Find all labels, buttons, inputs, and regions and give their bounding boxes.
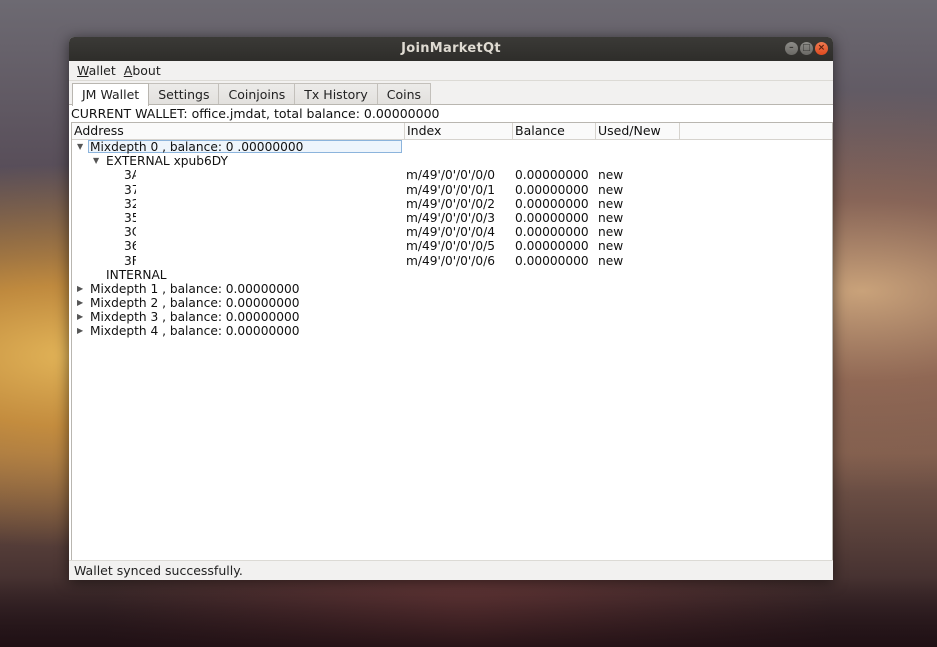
mixdepth-0-label: Mixdepth 0 , balance: 0 .00000000: [90, 140, 304, 154]
mixdepth-3-row[interactable]: ▶ Mixdepth 3 , balance: 0.00000000: [72, 310, 832, 324]
chevron-right-icon[interactable]: ▶: [77, 310, 83, 324]
address-status: new: [598, 168, 624, 183]
menu-about[interactable]: About: [120, 63, 165, 78]
address-value: 32: [124, 196, 136, 211]
address-index: m/49'/0'/0'/0/3: [406, 210, 495, 225]
column-address[interactable]: Address: [72, 123, 405, 139]
mixdepth-1-label: Mixdepth 1 , balance: 0.00000000: [90, 281, 300, 296]
address-status: new: [598, 210, 624, 225]
chevron-right-icon[interactable]: ▶: [77, 282, 83, 296]
chevron-down-icon[interactable]: ▼: [93, 154, 99, 168]
address-balance: 0.00000000: [515, 239, 589, 254]
address-value: 36: [124, 239, 136, 254]
column-index[interactable]: Index: [405, 123, 513, 139]
mixdepth-3-label: Mixdepth 3 , balance: 0.00000000: [90, 310, 300, 325]
title-bar: JoinMarketQt – □ ×: [69, 37, 833, 61]
address-balance: 0.00000000: [515, 182, 589, 197]
address-status: new: [598, 182, 624, 197]
joinmarket-window: JoinMarketQt – □ × Wallet About JM Walle…: [69, 37, 833, 580]
address-row[interactable]: 37 m/49'/0'/0'/0/1 0.00000000 new: [72, 183, 832, 197]
tab-coinjoins[interactable]: Coinjoins: [218, 83, 296, 105]
address-index: m/49'/0'/0'/0/5: [406, 239, 495, 254]
address-balance: 0.00000000: [515, 225, 589, 240]
mixdepth-2-row[interactable]: ▶ Mixdepth 2 , balance: 0.00000000: [72, 296, 832, 310]
wallet-panel: CURRENT WALLET: office.jmdat, total bala…: [69, 104, 833, 562]
menu-bar: Wallet About: [69, 61, 833, 81]
address-status: new: [598, 239, 624, 254]
column-balance[interactable]: Balance: [513, 123, 596, 139]
address-balance: 0.00000000: [515, 253, 589, 268]
minimize-icon[interactable]: –: [785, 42, 798, 55]
address-value: 35: [124, 210, 136, 225]
window-title: JoinMarketQt: [401, 41, 501, 56]
mixdepth-2-label: Mixdepth 2 , balance: 0.00000000: [90, 296, 300, 311]
tab-jm-wallet[interactable]: JM Wallet: [72, 83, 150, 106]
tab-bar: JM Wallet Settings Coinjoins Tx History …: [69, 81, 833, 106]
address-index: m/49'/0'/0'/0/6: [406, 253, 495, 268]
address-value: 3C: [124, 225, 136, 240]
tab-coins[interactable]: Coins: [376, 83, 432, 105]
chevron-right-icon[interactable]: ▶: [77, 296, 83, 310]
address-row[interactable]: 36 m/49'/0'/0'/0/5 0.00000000 new: [72, 239, 832, 253]
address-index: m/49'/0'/0'/0/2: [406, 196, 495, 211]
address-balance: 0.00000000: [515, 168, 589, 183]
tab-settings[interactable]: Settings: [148, 83, 220, 105]
address-value: 37: [124, 182, 136, 197]
address-row[interactable]: 32 m/49'/0'/0'/0/2 0.00000000 new: [72, 197, 832, 211]
wallet-tree[interactable]: Address Index Balance Used/New ▼ Mixdept…: [71, 122, 833, 562]
mixdepth-0-row[interactable]: ▼ Mixdepth 0 , balance: 0 .00000000: [72, 140, 832, 154]
address-status: new: [598, 225, 624, 240]
address-balance: 0.00000000: [515, 210, 589, 225]
address-row[interactable]: 3F m/49'/0'/0'/0/6 0.00000000 new: [72, 254, 832, 268]
chevron-down-icon[interactable]: ▼: [77, 140, 83, 154]
mixdepth-4-row[interactable]: ▶ Mixdepth 4 , balance: 0.00000000: [72, 324, 832, 338]
mixdepth-1-row[interactable]: ▶ Mixdepth 1 , balance: 0.00000000: [72, 282, 832, 296]
column-used-new[interactable]: Used/New: [596, 123, 680, 139]
window-controls: – □ ×: [785, 42, 828, 55]
address-index: m/49'/0'/0'/0/4: [406, 225, 495, 240]
mixdepth-4-label: Mixdepth 4 , balance: 0.00000000: [90, 324, 300, 339]
maximize-icon[interactable]: □: [800, 42, 813, 55]
address-row[interactable]: 3C m/49'/0'/0'/0/4 0.00000000 new: [72, 225, 832, 239]
address-value: 3F: [124, 253, 136, 268]
external-branch-row[interactable]: ▼ EXTERNAL xpub6DY: [72, 154, 832, 168]
address-status: new: [598, 253, 624, 268]
external-label: EXTERNAL xpub6DY: [106, 154, 228, 169]
tab-tx-history[interactable]: Tx History: [294, 83, 378, 105]
address-row[interactable]: 3A m/49'/0'/0'/0/0 0.00000000 new: [72, 168, 832, 182]
address-index: m/49'/0'/0'/0/0: [406, 168, 495, 183]
tree-header: Address Index Balance Used/New: [72, 123, 832, 140]
status-bar: Wallet synced successfully.: [69, 560, 833, 580]
menu-wallet[interactable]: Wallet: [73, 63, 120, 78]
address-index: m/49'/0'/0'/0/1: [406, 182, 495, 197]
address-balance: 0.00000000: [515, 196, 589, 211]
desktop-background: [0, 577, 937, 647]
address-status: new: [598, 196, 624, 211]
internal-branch-row[interactable]: INTERNAL: [72, 268, 832, 282]
address-value: 3A: [124, 168, 136, 183]
internal-label: INTERNAL: [106, 267, 167, 282]
close-icon[interactable]: ×: [815, 42, 828, 55]
address-row[interactable]: 35 m/49'/0'/0'/0/3 0.00000000 new: [72, 211, 832, 225]
chevron-right-icon[interactable]: ▶: [77, 324, 83, 338]
current-wallet-label: CURRENT WALLET: office.jmdat, total bala…: [71, 106, 440, 121]
